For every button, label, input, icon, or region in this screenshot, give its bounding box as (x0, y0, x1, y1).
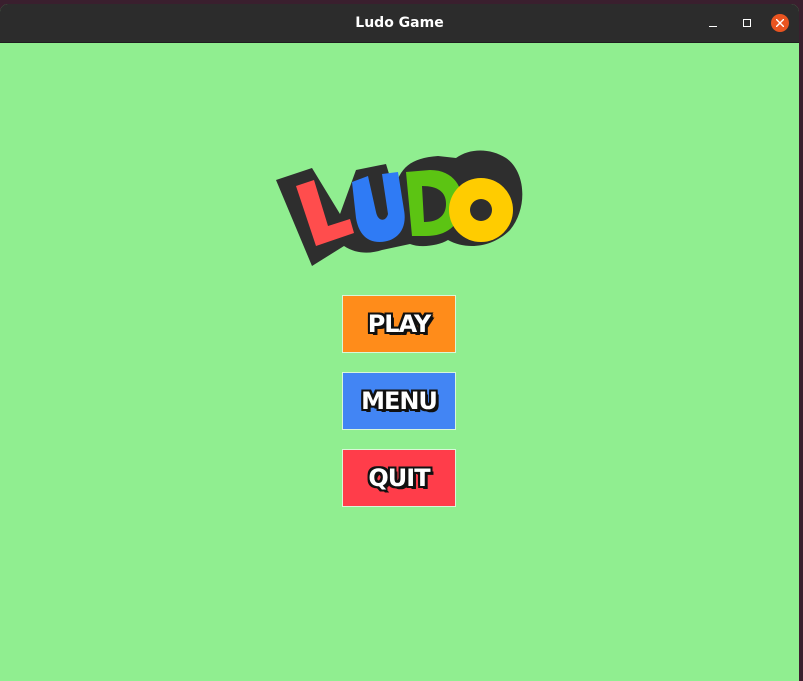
desktop-edge (799, 4, 803, 681)
minimize-icon[interactable] (704, 14, 722, 32)
ludo-logo (276, 150, 523, 266)
quit-button-label: QUIT (368, 464, 430, 492)
close-icon[interactable] (771, 14, 789, 32)
menu-button[interactable]: MENU (342, 372, 456, 430)
menu-button-label: MENU (361, 387, 438, 415)
quit-button[interactable]: QUIT (342, 449, 456, 507)
maximize-icon[interactable] (738, 14, 756, 32)
play-button[interactable]: PLAY (342, 295, 456, 353)
game-window: Ludo Game PLAY MENU QUIT (0, 4, 799, 681)
play-button-label: PLAY (367, 310, 432, 338)
title-bar[interactable]: Ludo Game (0, 4, 799, 43)
window-title: Ludo Game (355, 15, 444, 31)
